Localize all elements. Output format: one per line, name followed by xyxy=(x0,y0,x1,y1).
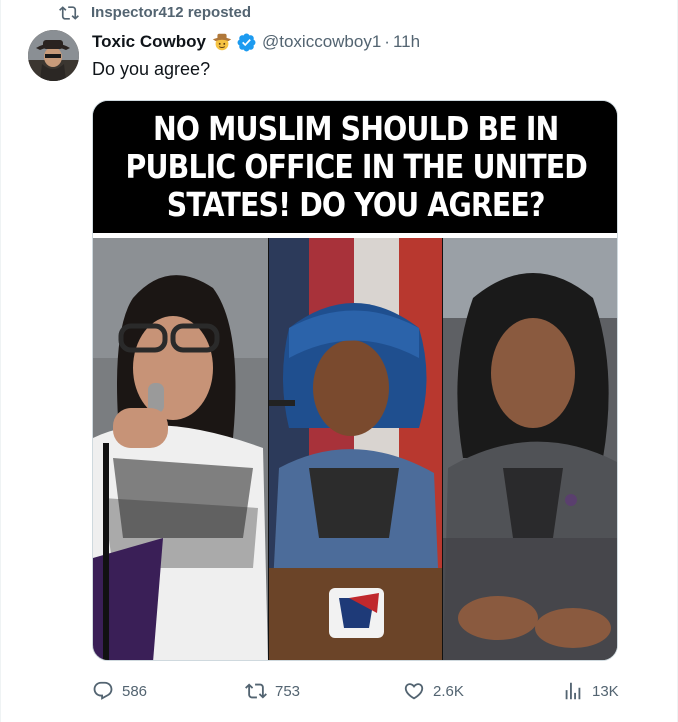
like-button[interactable]: 2.6K xyxy=(403,676,464,706)
avatar[interactable] xyxy=(28,30,79,81)
reply-count: 586 xyxy=(122,682,148,700)
tweet-card[interactable]: Inspector412 reposted Toxic Cowboy @toxi xyxy=(0,0,678,722)
display-name[interactable]: Toxic Cowboy xyxy=(92,32,206,52)
like-count: 2.6K xyxy=(433,682,464,700)
photo-panel-left xyxy=(93,238,268,660)
repost-action-icon xyxy=(245,683,267,699)
photo-panel-center xyxy=(269,238,442,660)
tweet-actions: 586 753 2.6K 13K xyxy=(92,676,622,706)
avatar-image xyxy=(28,30,79,81)
repost-label[interactable]: Inspector412 reposted xyxy=(91,4,251,21)
reply-button[interactable]: 586 xyxy=(92,676,147,706)
reply-icon xyxy=(93,681,113,700)
heart-icon xyxy=(404,683,424,700)
timestamp[interactable]: 11h xyxy=(393,32,420,52)
analytics-icon xyxy=(565,682,581,700)
separator-dot: · xyxy=(384,32,390,51)
image-banner: NO MUSLIM SHOULD BE IN PUBLIC OFFICE IN … xyxy=(93,101,617,233)
banner-line-3: STATES! DO YOU AGREE? xyxy=(167,185,546,224)
cowboy-hat-face-icon xyxy=(212,33,232,51)
banner-line-1: NO MUSLIM SHOULD BE IN xyxy=(153,109,559,148)
repost-icon xyxy=(59,6,79,20)
views-button[interactable]: 13K xyxy=(562,676,619,706)
tweet-media-image[interactable]: NO MUSLIM SHOULD BE IN PUBLIC OFFICE IN … xyxy=(92,100,618,661)
banner-line-2: PUBLIC OFFICE IN THE UNITED xyxy=(125,147,587,186)
tweet-header: Toxic Cowboy @toxiccowboy1 · 11h xyxy=(92,30,420,54)
tweet-text: Do you agree? xyxy=(92,59,211,79)
views-count: 13K xyxy=(592,682,619,700)
photo-panel-right xyxy=(443,238,617,660)
repost-button[interactable]: 753 xyxy=(245,676,300,706)
repost-count: 753 xyxy=(275,682,301,700)
author-handle[interactable]: @toxiccowboy1 xyxy=(262,32,381,52)
verified-badge-icon[interactable] xyxy=(236,32,257,53)
